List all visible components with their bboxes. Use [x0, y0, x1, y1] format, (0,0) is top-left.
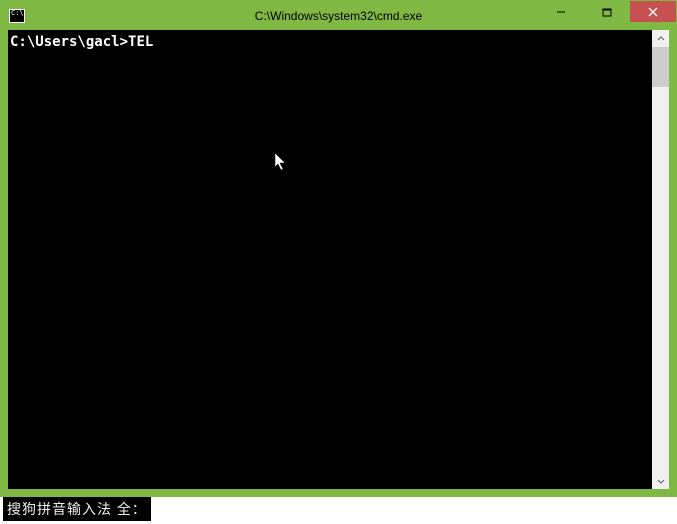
chevron-up-icon	[657, 35, 665, 43]
scroll-thumb[interactable]	[652, 47, 669, 87]
minimize-icon	[556, 7, 566, 17]
prompt-text: C:\Users\gacl>	[10, 34, 128, 50]
vertical-scrollbar[interactable]	[652, 30, 669, 489]
cmd-icon	[9, 9, 25, 23]
chevron-down-icon	[657, 477, 665, 485]
ime-status-bar[interactable]: 搜狗拼音输入法 全：	[3, 497, 151, 521]
scroll-down-button[interactable]	[652, 472, 669, 489]
titlebar[interactable]: C:\Windows\system32\cmd.exe	[1, 1, 676, 30]
maximize-icon	[602, 7, 612, 17]
maximize-button[interactable]	[584, 1, 630, 22]
ime-status-text: 搜狗拼音输入法 全：	[7, 501, 147, 517]
window-controls	[538, 1, 676, 22]
cmd-window: C:\Windows\system32\cmd.exe	[0, 0, 677, 497]
console-wrap: C:\Users\gacl>TEL	[8, 30, 669, 489]
scroll-up-button[interactable]	[652, 30, 669, 47]
close-icon	[648, 7, 658, 17]
console-output[interactable]: C:\Users\gacl>TEL	[8, 30, 652, 489]
client-area: C:\Users\gacl>TEL	[1, 30, 676, 496]
close-button[interactable]	[630, 1, 676, 22]
window-title: C:\Windows\system32\cmd.exe	[255, 9, 422, 23]
scroll-track[interactable]	[652, 47, 669, 472]
command-input-text: TEL	[128, 34, 153, 50]
minimize-button[interactable]	[538, 1, 584, 22]
mouse-cursor-icon	[275, 153, 289, 173]
